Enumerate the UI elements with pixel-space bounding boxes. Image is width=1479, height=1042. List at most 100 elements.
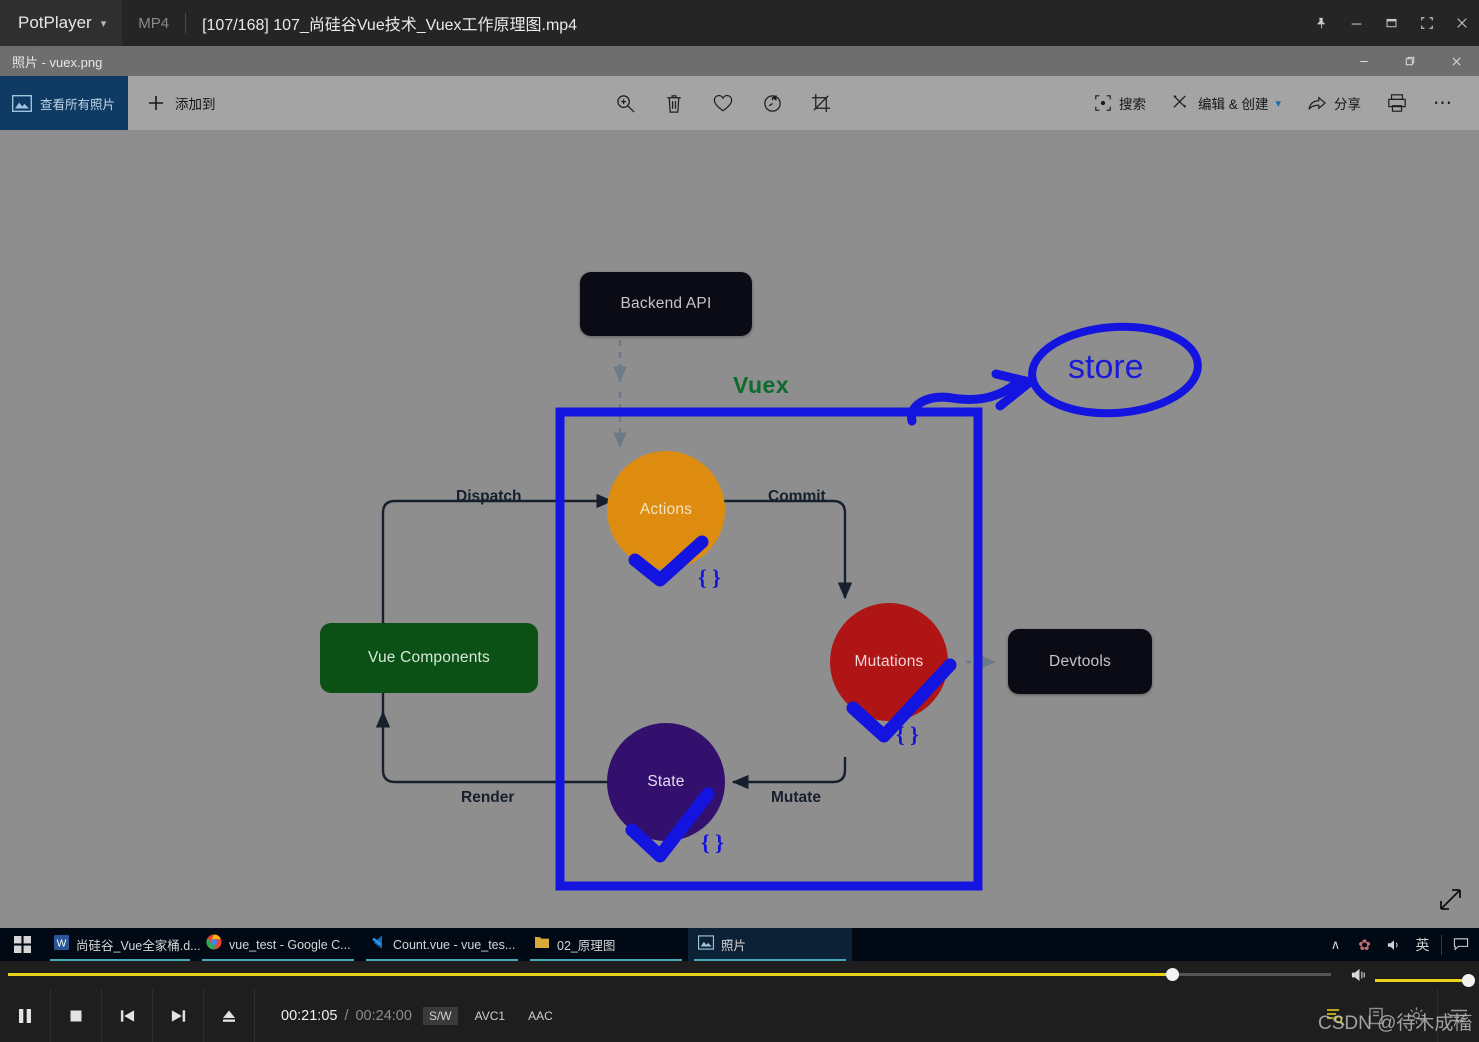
node-label: Backend API: [620, 295, 712, 312]
taskbar-item-vscode[interactable]: Count.vue - vue_tes...: [360, 928, 524, 961]
vscode-icon: [370, 934, 386, 955]
seek-row: [0, 961, 1479, 989]
fullscreen-icon[interactable]: [1409, 0, 1444, 46]
seek-handle[interactable]: [1166, 968, 1180, 981]
eject-button[interactable]: [204, 989, 255, 1042]
photos-center-tools: [615, 76, 832, 130]
photos-window: 照片 - vuex.png 查看所有照片 添加到 搜索 编辑 & 创建 ▾ 分享…: [0, 46, 1479, 928]
badge-video-codec: AVC1: [474, 1008, 506, 1023]
print-button[interactable]: [1374, 76, 1420, 130]
badge-audio-codec: AAC: [528, 1008, 553, 1023]
heart-icon[interactable]: [712, 93, 734, 113]
zoom-in-icon[interactable]: [615, 93, 636, 114]
photos-titlebar: 照片 - vuex.png: [0, 46, 1479, 76]
pin-icon[interactable]: [1304, 0, 1339, 46]
system-tray: ∧ ✿ 英: [1321, 928, 1479, 961]
share-icon: [1307, 94, 1327, 112]
windows-start-icon[interactable]: [0, 928, 44, 961]
node-label: State: [647, 773, 685, 790]
potplayer-window-buttons: [1304, 0, 1479, 46]
tray-divider: [1441, 934, 1442, 955]
show-hidden-icons-chevron[interactable]: ∧: [1321, 928, 1350, 961]
restore-icon[interactable]: [1387, 46, 1433, 76]
plus-icon: [146, 93, 166, 113]
potplayer-controls: 00:21:05 / 00:24:00 S/W AVC1 AAC: [0, 961, 1479, 1042]
media-file-title: [107/168] 107_尚硅谷Vue技术_Vuex工作原理图.mp4: [202, 17, 578, 34]
taskbar-item-label: vue_test - Google C...: [229, 937, 351, 952]
add-to-button[interactable]: 添加到: [146, 93, 216, 113]
taskbar-item-photos[interactable]: 照片: [688, 928, 852, 961]
current-time: 00:21:05: [281, 1007, 338, 1024]
photos-right-tools: 搜索 编辑 & 创建 ▾ 分享 ⋯: [1081, 76, 1479, 130]
chevron-down-icon[interactable]: ▾: [101, 17, 107, 30]
volume-handle[interactable]: [1462, 974, 1475, 987]
pause-button[interactable]: [0, 989, 51, 1042]
chrome-icon: [206, 934, 222, 955]
minimize-icon[interactable]: [1339, 0, 1374, 46]
print-icon: [1387, 93, 1407, 113]
photos-icon: [697, 934, 715, 955]
bookmark-icon[interactable]: [1355, 989, 1396, 1042]
stop-button[interactable]: [51, 989, 102, 1042]
taskbar-item-word[interactable]: W 尚硅谷_Vue全家桶.d...: [44, 928, 201, 961]
edit-create-button[interactable]: 编辑 & 创建 ▾: [1159, 76, 1294, 130]
time-separator: /: [344, 1007, 349, 1024]
node-label: Mutations: [854, 653, 924, 670]
edit-create-label: 编辑 & 创建: [1197, 97, 1269, 112]
volume-icon[interactable]: [1379, 928, 1408, 961]
store-annotation-label: store: [1068, 348, 1144, 386]
seek-bar[interactable]: [8, 968, 1331, 981]
edge-label-dispatch: Dispatch: [456, 488, 522, 505]
delete-icon[interactable]: [664, 93, 684, 114]
next-button[interactable]: [153, 989, 204, 1042]
node-label: Devtools: [1049, 652, 1111, 670]
node-label: Actions: [639, 501, 693, 518]
taskbar-item-label: 照片: [721, 939, 747, 953]
minimize-icon[interactable]: [1341, 46, 1387, 76]
playlist-icon[interactable]: [1314, 989, 1355, 1042]
total-time: 00:24:00: [355, 1007, 412, 1024]
volume-slider[interactable]: [1375, 974, 1475, 987]
word-icon: W: [54, 934, 69, 955]
node-mutations: Mutations: [830, 603, 948, 721]
sogou-input-icon[interactable]: ✿: [1350, 928, 1379, 961]
potplayer-logo-button[interactable]: PotPlayer ▾: [0, 0, 123, 46]
seek-progress: [8, 973, 1173, 976]
share-button[interactable]: 分享: [1294, 76, 1374, 130]
action-center-icon[interactable]: [1446, 928, 1475, 961]
edge-label-commit: Commit: [768, 488, 826, 505]
svg-text:W: W: [57, 938, 67, 949]
node-backend-api: Backend API: [580, 272, 752, 336]
image-canvas: Backend API Vue Components Devtools Acti…: [0, 130, 1479, 928]
previous-button[interactable]: [102, 989, 153, 1042]
speaker-icon[interactable]: [1350, 967, 1369, 988]
chevron-down-icon[interactable]: ▾: [1275, 97, 1281, 110]
view-all-photos-button[interactable]: 查看所有照片: [0, 76, 128, 130]
time-display: 00:21:05 / 00:24:00 S/W AVC1 AAC: [255, 1006, 559, 1025]
search-button[interactable]: 搜索: [1081, 76, 1159, 130]
taskbar-item-chrome[interactable]: vue_test - Google C...: [196, 928, 360, 961]
close-icon[interactable]: [1433, 46, 1479, 76]
edge-label-mutate: Mutate: [771, 789, 821, 806]
close-icon[interactable]: [1444, 0, 1479, 46]
media-format-label: MP4: [138, 14, 170, 32]
taskbar-item-folder[interactable]: 02_原理图: [524, 928, 688, 961]
rotate-icon[interactable]: [762, 93, 783, 114]
expand-diagonal-icon[interactable]: [1437, 885, 1465, 918]
ellipsis-icon: ⋯: [1433, 92, 1454, 114]
more-button[interactable]: ⋯: [1420, 76, 1467, 130]
crop-icon[interactable]: [811, 93, 832, 114]
windows-taskbar: W 尚硅谷_Vue全家桶.d... vue_test - Google C...…: [0, 928, 1479, 961]
photos-toolbar: 查看所有照片 添加到 搜索 编辑 & 创建 ▾ 分享 ⋯: [0, 76, 1479, 130]
settings-gear-icon[interactable]: [1396, 989, 1437, 1042]
badge-renderer: S/W: [422, 1006, 458, 1025]
potplayer-app-name: PotPlayer: [18, 13, 92, 32]
ime-language-icon[interactable]: 英: [1408, 928, 1437, 961]
taskbar-item-label: 尚硅谷_Vue全家桶.d...: [76, 939, 201, 953]
share-label: 分享: [1334, 97, 1361, 112]
brace-actions: { }: [698, 565, 721, 590]
menu-icon[interactable]: [1438, 989, 1479, 1042]
maximize-icon[interactable]: [1374, 0, 1409, 46]
search-icon: [1094, 94, 1112, 112]
search-label: 搜索: [1118, 97, 1146, 112]
